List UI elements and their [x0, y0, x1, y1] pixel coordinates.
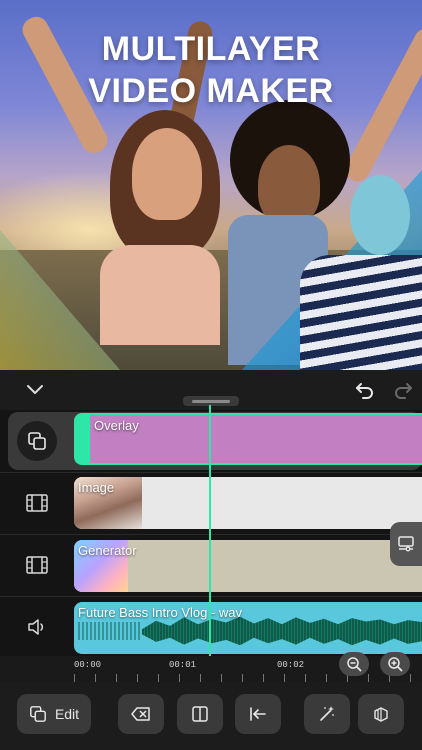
- speaker-icon: [22, 612, 52, 642]
- zoom-in-icon[interactable]: [380, 652, 410, 676]
- ruler-ticks: [74, 674, 422, 682]
- zoom-out-icon[interactable]: [339, 652, 369, 676]
- clip-label: Overlay: [94, 418, 139, 433]
- preview-image: MULTILAYER VIDEO MAKER: [0, 0, 422, 370]
- person-face: [132, 128, 202, 220]
- clip-label: Future Bass Intro Vlog - wav: [78, 605, 243, 620]
- hero-title-line2: VIDEO MAKER: [88, 72, 334, 110]
- layers-icon[interactable]: [17, 421, 57, 461]
- person-body: [300, 255, 422, 370]
- magic-wand-icon: [318, 705, 336, 723]
- delete-backspace-icon: [131, 706, 151, 722]
- split-button[interactable]: [177, 694, 223, 734]
- bottom-toolbar: Edit: [0, 682, 422, 750]
- delete-button[interactable]: [118, 694, 164, 734]
- person-face: [258, 145, 320, 225]
- panel-drag-handle[interactable]: [183, 396, 239, 406]
- person-face: [350, 175, 410, 255]
- effects-button[interactable]: [304, 694, 350, 734]
- ruler-label: 00:02: [277, 660, 305, 670]
- track-row-generator[interactable]: Generator: [0, 534, 422, 596]
- track-row-audio[interactable]: Future Bass Intro Vlog - wav: [0, 596, 422, 658]
- film-icon: [22, 550, 52, 580]
- ruler-label: 00:00: [74, 660, 102, 670]
- layers-stack-button[interactable]: [358, 694, 404, 734]
- trim-start-button[interactable]: [235, 694, 281, 734]
- chevron-down-icon[interactable]: [21, 376, 49, 404]
- layers-icon: [29, 705, 47, 723]
- overlay-clip[interactable]: Overlay: [74, 413, 422, 465]
- audio-waveform: [78, 622, 142, 640]
- audio-clip[interactable]: Future Bass Intro Vlog - wav: [74, 602, 422, 654]
- track-row-overlay[interactable]: Overlay: [0, 410, 422, 472]
- clip-trim-handle[interactable]: [76, 415, 90, 463]
- stack-icon: [372, 705, 390, 723]
- person-body: [100, 245, 220, 345]
- trim-start-icon: [248, 706, 268, 722]
- hero-title-line1: MULTILAYER: [101, 30, 321, 68]
- split-icon: [191, 705, 209, 723]
- ruler-label: 00:01: [169, 660, 197, 670]
- edit-button[interactable]: Edit: [17, 694, 91, 734]
- playhead[interactable]: [209, 405, 211, 685]
- redo-icon[interactable]: [389, 376, 417, 404]
- hero-title: MULTILAYER VIDEO MAKER: [0, 28, 422, 112]
- timeline-tracks: Overlay Image Generator Future Bass Intr…: [0, 410, 422, 656]
- edit-button-label: Edit: [54, 706, 80, 722]
- clip-label: Generator: [78, 543, 137, 558]
- undo-icon[interactable]: [351, 376, 379, 404]
- generator-clip[interactable]: Generator: [74, 540, 422, 592]
- inspector-toggle-icon[interactable]: [390, 522, 422, 566]
- film-icon: [22, 488, 52, 518]
- clip-label: Image: [78, 480, 115, 495]
- image-clip[interactable]: Image: [74, 477, 422, 529]
- track-row-image[interactable]: Image: [0, 472, 422, 534]
